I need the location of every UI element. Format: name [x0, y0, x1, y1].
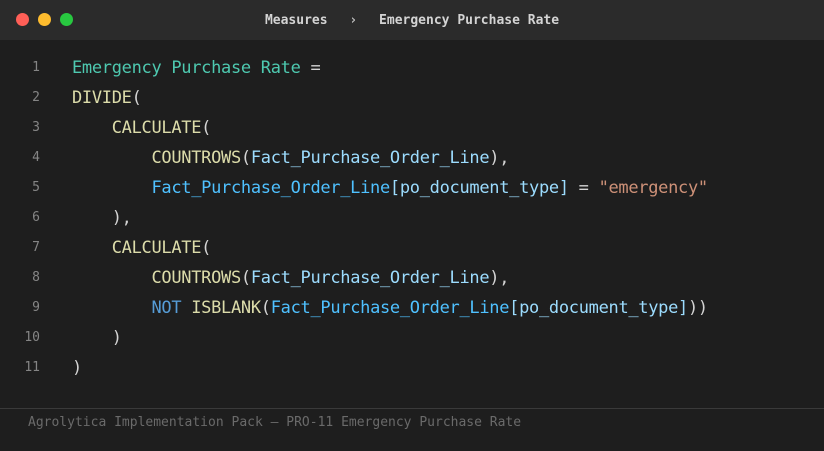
- code-text: COUNTROWS(Fact_Purchase_Order_Line),: [72, 263, 509, 293]
- close-window-button[interactable]: [16, 13, 29, 26]
- code-line[interactable]: 3 CALCULATE(: [0, 113, 824, 143]
- code-editor[interactable]: 1 Emergency Purchase Rate = 2 DIVIDE(3 CALC…: [0, 53, 824, 383]
- code-token-op: =: [568, 178, 599, 198]
- code-text: NOT ISBLANK(Fact_Purchase_Order_Line[po_…: [72, 293, 708, 323]
- line-number: 5: [32, 180, 40, 195]
- code-token-func: COUNTROWS: [151, 268, 241, 288]
- code-token-op: (: [260, 298, 271, 318]
- line-number: 1: [32, 60, 40, 75]
- breadcrumb-item-measures[interactable]: Measures: [265, 13, 328, 28]
- code-token-op: [181, 298, 191, 318]
- code-token-op: [72, 238, 112, 258]
- breadcrumb: Measures › Emergency Purchase Rate: [0, 13, 824, 28]
- code-token-op: )): [687, 298, 708, 318]
- code-token-func: CALCULATE: [111, 118, 202, 138]
- code-text: CALCULATE(: [72, 233, 212, 263]
- line-number: 9: [32, 300, 40, 315]
- code-text: Fact_Purchase_Order_Line[po_document_typ…: [72, 173, 708, 203]
- code-text: COUNTROWS(Fact_Purchase_Order_Line),: [72, 143, 509, 173]
- line-number: 7: [32, 240, 40, 255]
- code-token-op: [72, 268, 151, 288]
- code-token-measure: Emergency Purchase Rate: [72, 58, 301, 78]
- code-token-str: "emergency": [598, 178, 709, 198]
- traffic-lights: [16, 13, 73, 26]
- code-token-col: [po_document_type]: [509, 298, 688, 318]
- breadcrumb-item-current: Emergency Purchase Rate: [379, 12, 560, 28]
- code-token-op: ),: [489, 148, 510, 168]
- code-line[interactable]: 11): [0, 353, 824, 383]
- code-line[interactable]: 1 Emergency Purchase Rate =: [0, 53, 824, 83]
- line-number: 8: [32, 270, 40, 285]
- code-text: DIVIDE(: [72, 83, 142, 113]
- breadcrumb-separator-icon: ›: [349, 12, 358, 28]
- code-token-kw: NOT: [151, 298, 182, 318]
- code-token-ref: Fact_Purchase_Order_Line: [270, 298, 510, 318]
- code-text: CALCULATE(: [72, 113, 212, 143]
- code-text: ): [72, 323, 122, 353]
- code-line[interactable]: 6 ),: [0, 203, 824, 233]
- code-token-ref: Fact_Purchase_Order_Line: [151, 178, 390, 198]
- code-token-op: (: [240, 268, 251, 288]
- code-token-op: [72, 298, 151, 318]
- code-line[interactable]: 7 CALCULATE(: [0, 233, 824, 263]
- line-number: 2: [32, 90, 40, 105]
- code-line[interactable]: 9 NOT ISBLANK(Fact_Purchase_Order_Line[p…: [0, 293, 824, 323]
- code-token-op: (: [201, 238, 212, 258]
- code-token-op: ),: [72, 208, 132, 228]
- footer-bar: Agrolytica Implementation Pack — PRO-11 …: [0, 408, 824, 451]
- code-token-op: =: [300, 58, 321, 78]
- code-token-col: [po_document_type]: [389, 178, 569, 198]
- minimize-window-button[interactable]: [38, 13, 51, 26]
- line-number: 6: [32, 210, 40, 225]
- code-line[interactable]: 2 DIVIDE(: [0, 83, 824, 113]
- line-number: 10: [24, 330, 40, 345]
- code-text: ): [72, 353, 82, 383]
- code-text: ),: [72, 203, 132, 233]
- code-token-op: ): [72, 358, 82, 378]
- code-line[interactable]: 8 COUNTROWS(Fact_Purchase_Order_Line),: [0, 263, 824, 293]
- window-titlebar: Measures › Emergency Purchase Rate: [0, 0, 824, 40]
- line-number: 3: [32, 120, 40, 135]
- code-token-func: ISBLANK: [191, 298, 261, 318]
- footer-caption: Agrolytica Implementation Pack — PRO-11 …: [28, 415, 522, 430]
- code-token-col: Fact_Purchase_Order_Line: [250, 148, 490, 168]
- code-line[interactable]: 5 Fact_Purchase_Order_Line[po_document_t…: [0, 173, 824, 203]
- maximize-window-button[interactable]: [60, 13, 73, 26]
- code-token-op: [72, 118, 112, 138]
- code-token-op: (: [201, 118, 212, 138]
- code-text: Emergency Purchase Rate =: [72, 53, 321, 83]
- code-token-func: COUNTROWS: [151, 148, 241, 168]
- code-token-op: (: [131, 88, 142, 108]
- code-token-func: DIVIDE: [72, 88, 132, 108]
- code-line[interactable]: 10 ): [0, 323, 824, 353]
- code-token-op: ): [72, 328, 122, 348]
- code-token-op: [72, 178, 151, 198]
- code-token-op: [72, 148, 151, 168]
- code-token-col: Fact_Purchase_Order_Line: [250, 268, 490, 288]
- code-token-op: (: [240, 148, 251, 168]
- code-token-op: ),: [489, 268, 510, 288]
- code-token-func: CALCULATE: [111, 238, 202, 258]
- code-line[interactable]: 4 COUNTROWS(Fact_Purchase_Order_Line),: [0, 143, 824, 173]
- line-number: 11: [24, 360, 40, 375]
- line-number: 4: [32, 150, 40, 165]
